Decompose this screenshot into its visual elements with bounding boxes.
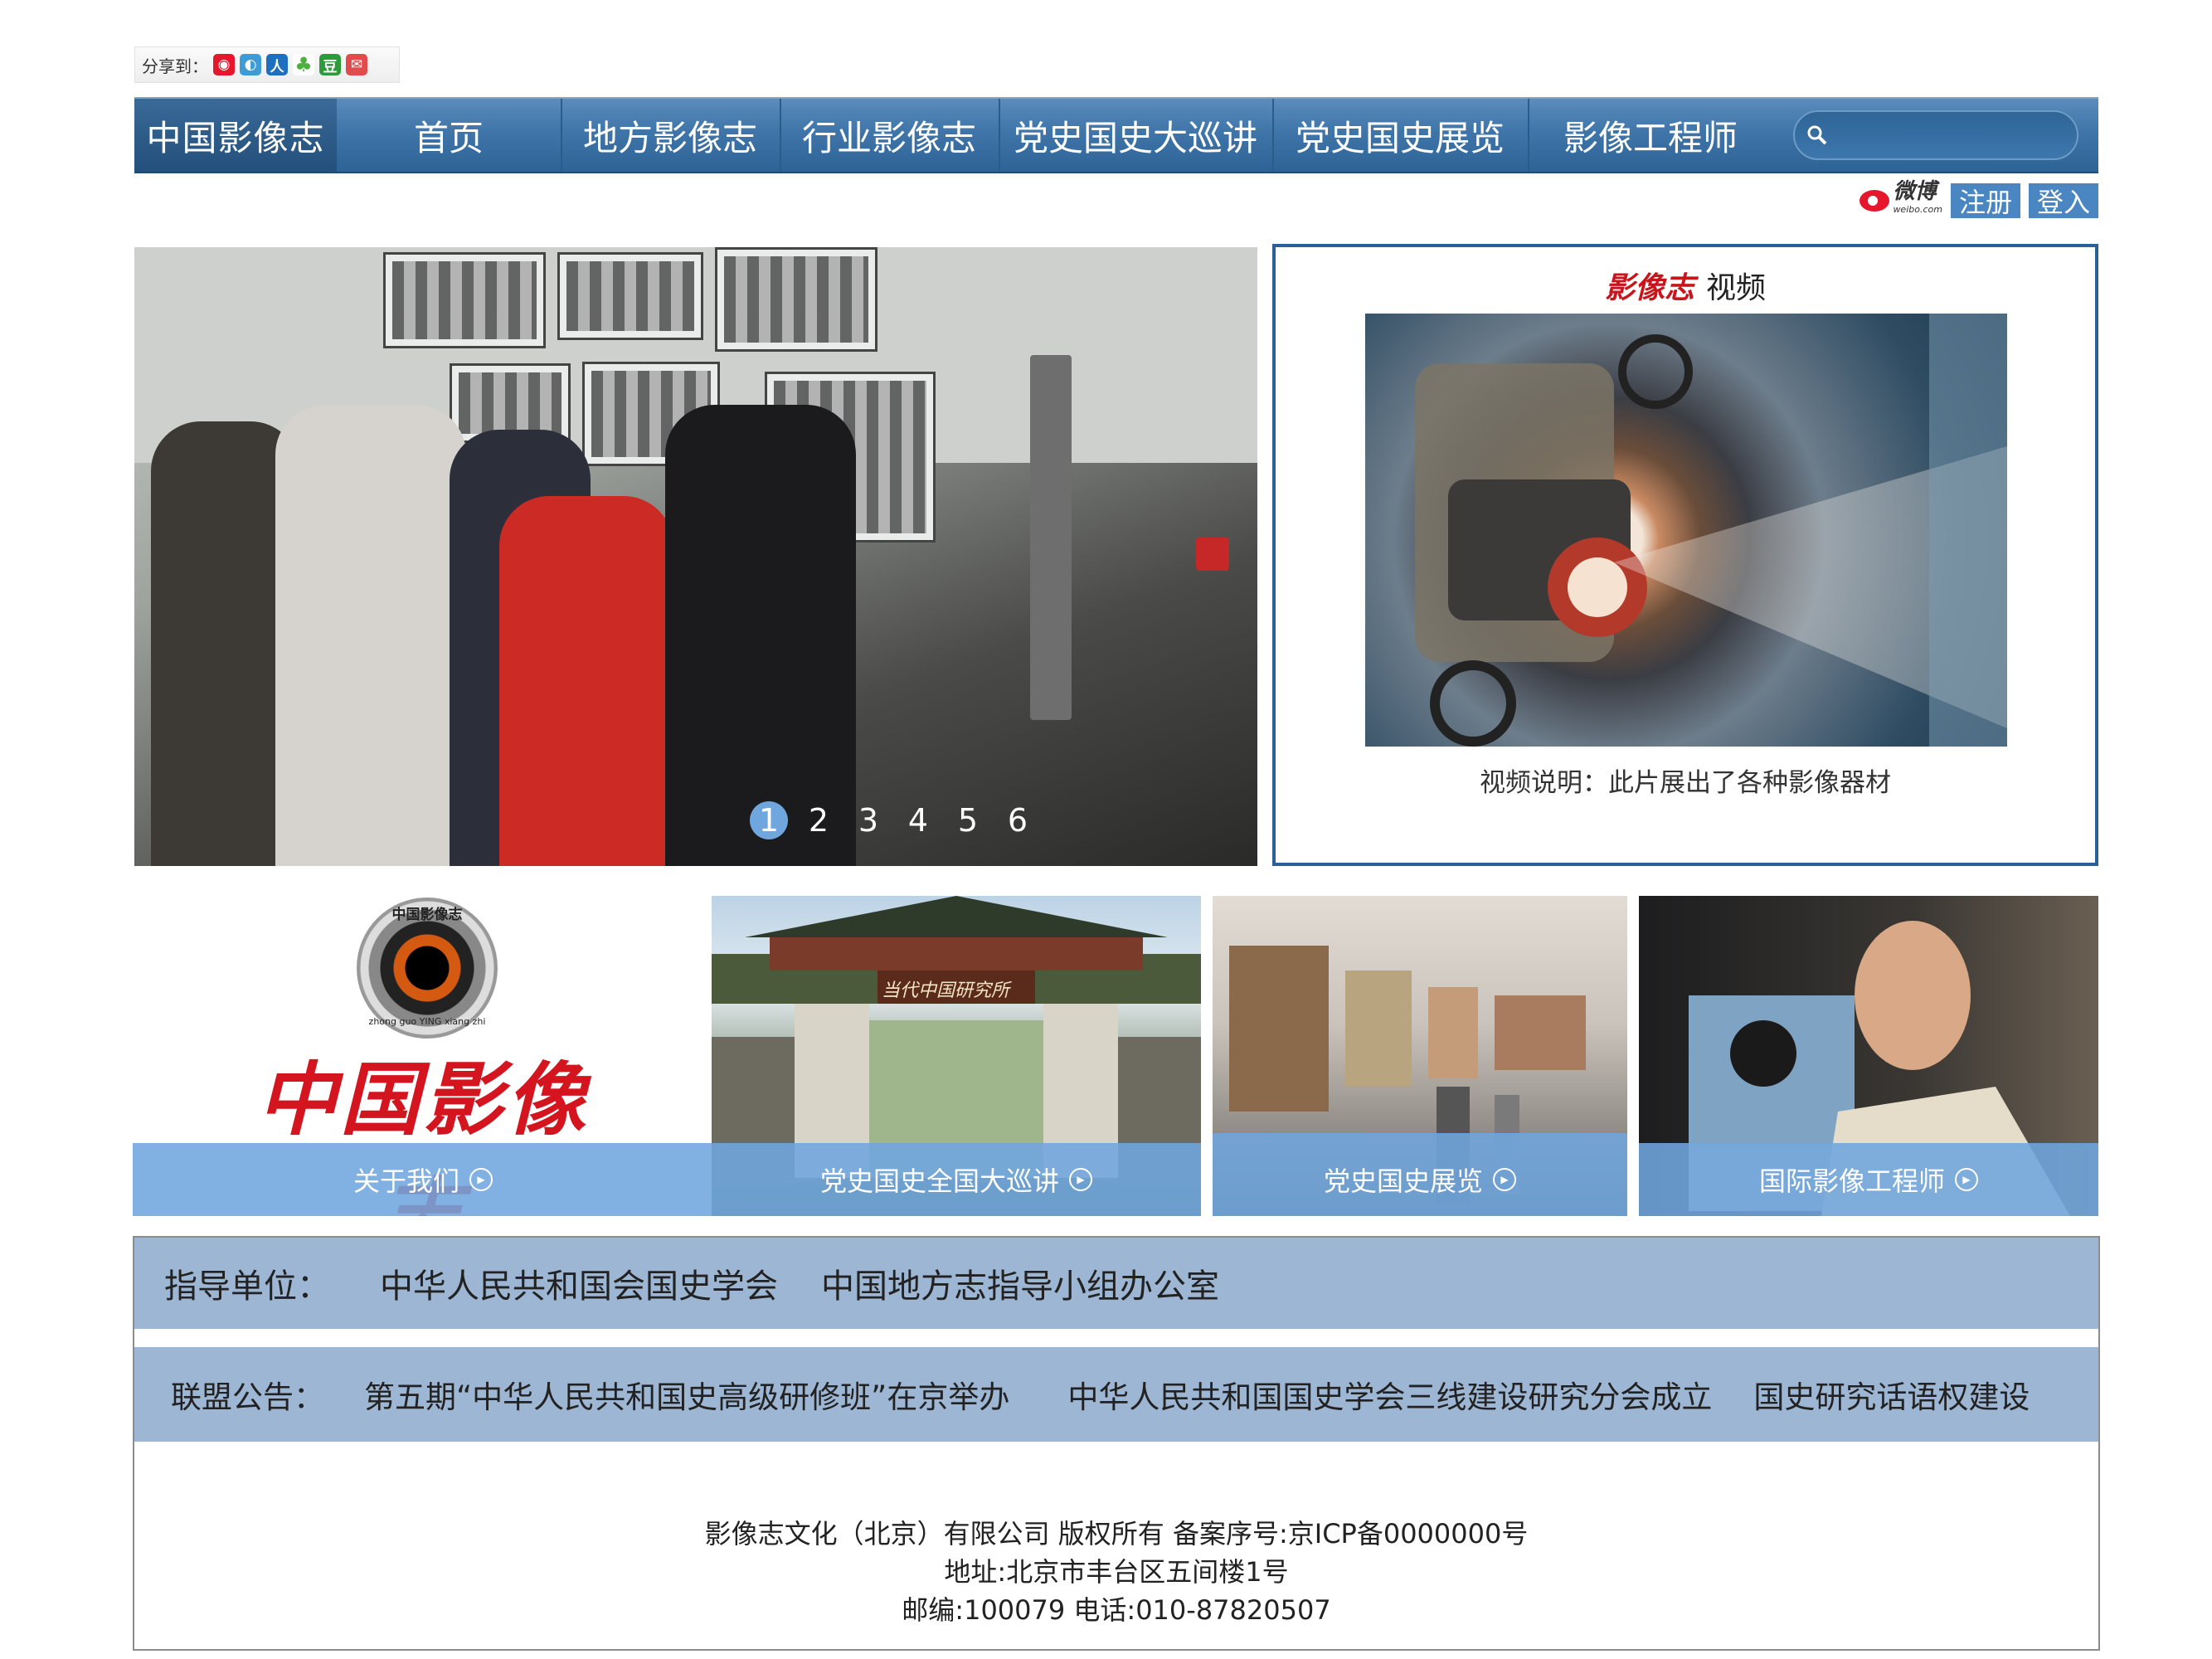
- tile-caption-text: 党史国史全国大巡讲: [819, 1165, 1059, 1197]
- nav-item-home[interactable]: 首页: [337, 99, 562, 172]
- guidance-bar: 指导单位： 中华人民共和国会国史学会 中国地方志指导小组办公室: [134, 1238, 2098, 1329]
- share-bar: 分享到： ◉ ◐ 人 ♣ 豆 ✉: [134, 46, 400, 83]
- guidance-label: 指导单位：: [164, 1267, 330, 1306]
- gate-sign: 当代中国研究所: [882, 980, 1010, 1001]
- slider-dot-2[interactable]: 2: [800, 801, 838, 839]
- douban-icon[interactable]: 豆: [319, 54, 341, 75]
- notice-item-2[interactable]: 中华人民共和国国史学会三线建设研究分会成立: [1067, 1372, 1712, 1417]
- video-title: 影像志 视频: [1276, 264, 2095, 307]
- tile-caption-text: 关于我们: [352, 1165, 459, 1197]
- qzone-icon[interactable]: ◐: [240, 54, 261, 75]
- main-nav: 中国影像志 首页 地方影像志 行业影像志 党史国史大巡讲 党史国史展览 影像工程…: [134, 97, 2098, 173]
- exhibit-photo: [383, 252, 546, 348]
- video-thumbnail[interactable]: [1365, 314, 2007, 747]
- guidance-unit-2[interactable]: 中国地方志指导小组办公室: [821, 1259, 1219, 1307]
- notice-item-1[interactable]: 第五期“中华人民共和国史高级研修班”在京举办: [364, 1372, 1009, 1417]
- info-panel: [1030, 355, 1072, 720]
- play-circle-icon: ▶: [1493, 1168, 1516, 1191]
- kaixin-icon[interactable]: ♣: [293, 53, 314, 76]
- tile-caption-text: 党史国史展览: [1323, 1165, 1483, 1197]
- projector-icon: [1415, 314, 2007, 747]
- video-title-text: 视频: [1706, 271, 1767, 305]
- slider-dot-6[interactable]: 6: [999, 801, 1037, 839]
- footer-address: 地址:北京市丰台区五间楼1号: [944, 1556, 1289, 1588]
- weibo-login[interactable]: 微博 weibo.com: [1860, 179, 1942, 219]
- video-caption: 视频说明：此片展出了各种影像器材: [1480, 768, 1891, 798]
- play-circle-icon: ▶: [1955, 1168, 1978, 1191]
- weibo-icon: [1860, 190, 1890, 212]
- weibo-domain: weibo.com: [1893, 204, 1942, 215]
- video-panel: 影像志 视频 视频说明：此片展出了各种影像器材: [1272, 244, 2098, 866]
- tile-caption: 国际影像工程师 ▶: [1639, 1143, 2098, 1216]
- tile-lecture[interactable]: 当代中国研究所 党史国史全国大巡讲 ▶: [712, 896, 1201, 1216]
- logo-emblem: 中国影像志 zhong guo YING xiang zhi: [357, 898, 498, 1039]
- slider-dot-5[interactable]: 5: [949, 801, 987, 839]
- slider-dot-3[interactable]: 3: [849, 801, 887, 839]
- nav-item-lecture[interactable]: 党史国史大巡讲: [999, 99, 1274, 172]
- tile-caption: 党史国史全国大巡讲 ▶: [712, 1143, 1201, 1216]
- alarm-box: [1196, 538, 1229, 571]
- exhibit-photo: [715, 247, 878, 352]
- search-icon: [1807, 125, 1827, 145]
- tile-caption: 关于我们 ▶: [133, 1143, 713, 1216]
- login-button[interactable]: 登入: [2028, 183, 2098, 218]
- footer-copyright: 影像志文化（北京）有限公司 版权所有 备案序号:京ICP备0000000号: [704, 1518, 1529, 1550]
- search-box[interactable]: [1793, 110, 2078, 160]
- visitor: [499, 496, 673, 866]
- slider-dot-1[interactable]: 1: [750, 801, 788, 839]
- tile-caption: 党史国史展览 ▶: [1213, 1133, 1627, 1216]
- visitor: [275, 405, 466, 866]
- nav-item-exhibition[interactable]: 党史国史展览: [1272, 99, 1529, 172]
- share-label: 分享到：: [142, 56, 208, 76]
- notice-label: 联盟公告：: [171, 1379, 324, 1415]
- nav-item-industry[interactable]: 行业影像志: [780, 99, 1000, 172]
- nav-item-engineer[interactable]: 影像工程师: [1528, 99, 1773, 172]
- photo-slider[interactable]: 1 2 3 4 5 6: [134, 247, 1257, 866]
- nav-item-local[interactable]: 地方影像志: [561, 99, 781, 172]
- renren-icon[interactable]: 人: [266, 54, 288, 75]
- footer-contact: 邮编:100079 电话:010-87820507: [902, 1594, 1331, 1626]
- play-circle-icon: ▶: [469, 1168, 493, 1191]
- notice-bar: 联盟公告： 第五期“中华人民共和国史高级研修班”在京举办 中华人民共和国国史学会…: [134, 1347, 2098, 1442]
- guidance-unit-1[interactable]: 中华人民共和国会国史学会: [380, 1259, 778, 1307]
- search-input[interactable]: [1836, 123, 2055, 148]
- auth-row: 微博 weibo.com 注册 登入: [1860, 179, 2098, 219]
- exhibit-photo: [557, 252, 703, 340]
- tqq-icon[interactable]: ✉: [346, 54, 367, 75]
- register-button[interactable]: 注册: [1950, 183, 2020, 218]
- play-circle-icon: ▶: [1069, 1168, 1092, 1191]
- slider-dot-4[interactable]: 4: [899, 801, 937, 839]
- video-brand: 影像志: [1604, 270, 1694, 305]
- logo-ring-subtext: zhong guo YING xiang zhi: [368, 1016, 486, 1027]
- notice-item-3[interactable]: 国史研究话语权建设: [1753, 1372, 2030, 1417]
- weibo-label: 微博: [1893, 179, 1937, 204]
- footer: 影像志文化（北京）有限公司 版权所有 备案序号:京ICP备0000000号 地址…: [134, 1515, 2098, 1629]
- tile-exhibition[interactable]: 党史国史展览 ▶: [1213, 896, 1627, 1216]
- visitor: [665, 405, 856, 866]
- sina-icon[interactable]: ◉: [213, 54, 235, 75]
- site-brand[interactable]: 中国影像志: [134, 99, 337, 172]
- slider-pagination: 1 2 3 4 5 6: [750, 801, 1037, 839]
- logo-ring-text: 中国影像志: [391, 907, 463, 923]
- tile-engineer[interactable]: 国际影像工程师 ▶: [1639, 896, 2098, 1216]
- tile-about[interactable]: 中国影像志 zhong guo YING xiang zhi 中国影像志 关于我…: [133, 896, 713, 1216]
- tile-caption-text: 国际影像工程师: [1758, 1165, 1945, 1197]
